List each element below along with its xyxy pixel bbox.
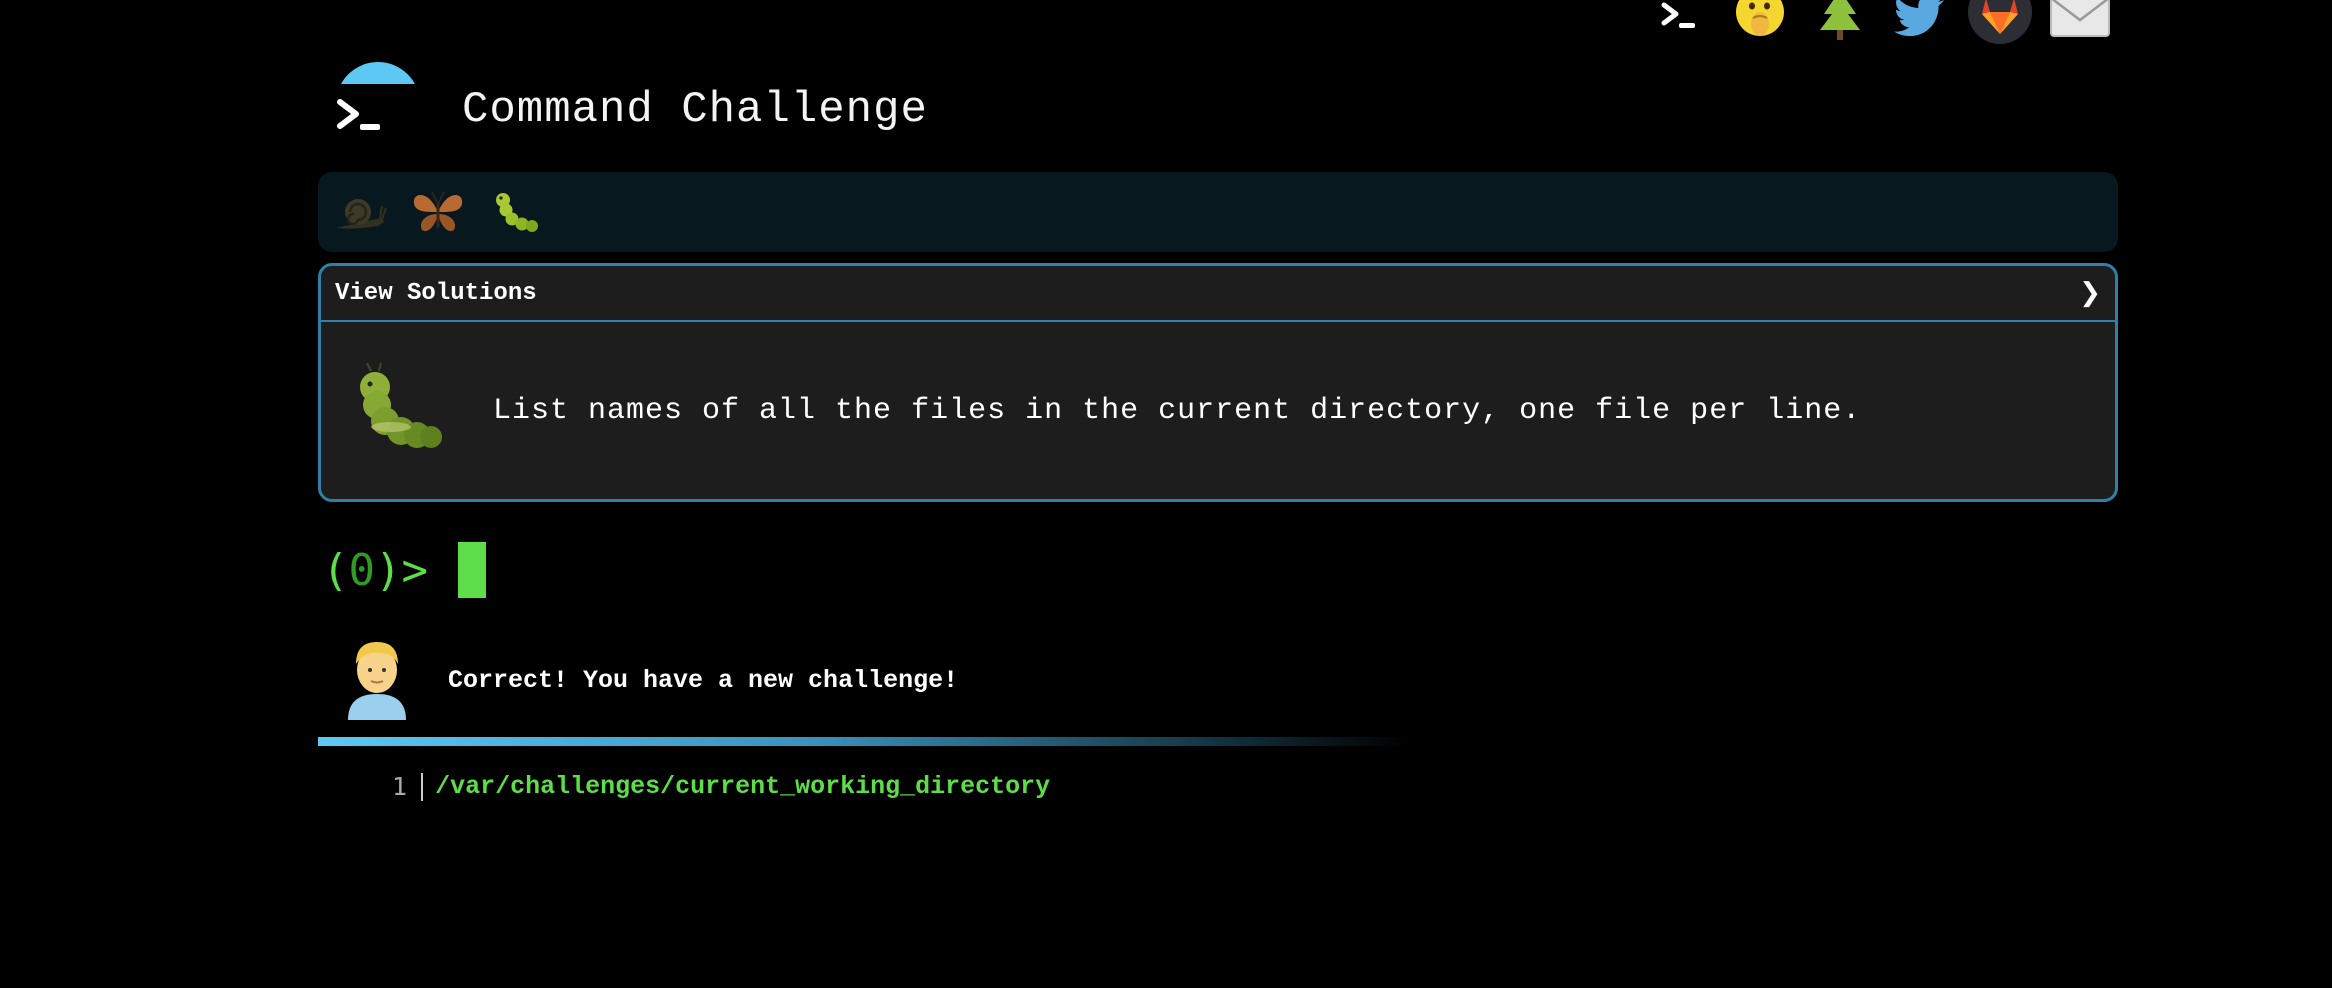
gitlab-fox-icon[interactable] xyxy=(1960,0,2040,46)
feedback-area: Correct! You have a new challenge! xyxy=(340,636,958,725)
caterpillar-icon[interactable] xyxy=(488,184,544,240)
evergreen-tree-icon[interactable] xyxy=(1800,0,1880,46)
challenge-body: List names of all the files in the curre… xyxy=(321,322,2115,499)
site-header: Command Challenge xyxy=(318,60,928,160)
terminal-icon[interactable] xyxy=(1640,0,1720,46)
face-with-hand-over-mouth-icon[interactable] xyxy=(1720,0,1800,46)
chevron-right-icon: ❯ xyxy=(2079,278,2101,308)
output-line: 1 /var/challenges/current_working_direct… xyxy=(392,772,1050,801)
terminal-cursor[interactable] xyxy=(457,542,486,598)
envelope-icon[interactable] xyxy=(2040,0,2120,46)
butterfly-icon[interactable] xyxy=(410,184,466,240)
social-links xyxy=(1640,0,2120,46)
snail-icon[interactable] xyxy=(332,184,388,240)
line-number: 1 xyxy=(392,772,408,801)
feedback-message: Correct! You have a new challenge! xyxy=(448,666,959,695)
output-text: /var/challenges/current_working_director… xyxy=(435,772,1051,801)
command-prompt[interactable]: (0)> xyxy=(322,542,486,598)
challenge-task-text: List names of all the files in the curre… xyxy=(493,394,1862,428)
man-avatar-icon xyxy=(340,636,414,725)
caterpillar-icon xyxy=(351,361,447,462)
terminal-logo-icon[interactable] xyxy=(318,60,420,160)
divider xyxy=(318,737,1408,746)
page: Command Challenge View Solutions ❯ List … xyxy=(0,0,2332,988)
level-bar xyxy=(318,172,2118,252)
view-solutions-label: View Solutions xyxy=(335,279,537,307)
view-solutions-toggle[interactable]: View Solutions ❯ xyxy=(321,266,2115,322)
prompt-close: )> xyxy=(375,544,428,596)
page-title: Command Challenge xyxy=(462,85,928,135)
line-separator xyxy=(421,772,424,801)
prompt-count: 0 xyxy=(348,544,376,596)
twitter-bird-icon[interactable] xyxy=(1880,0,1960,46)
challenge-card: View Solutions ❯ List names of all the f… xyxy=(318,263,2118,502)
prompt-open: ( xyxy=(322,544,349,596)
